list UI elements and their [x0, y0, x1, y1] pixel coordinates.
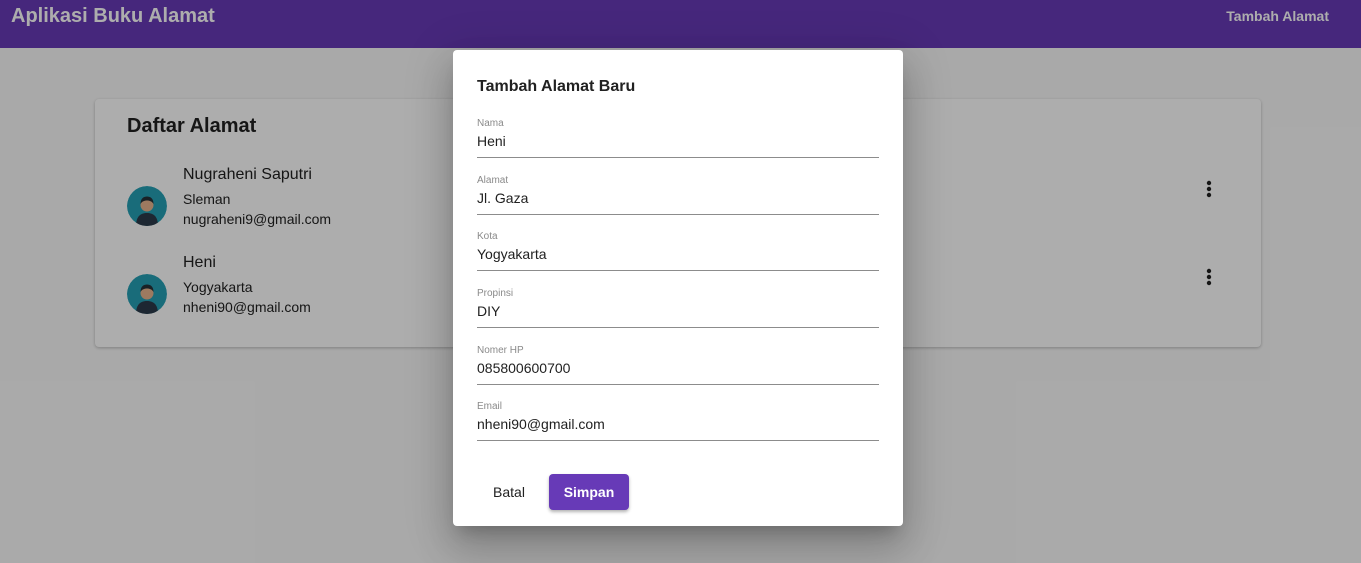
- province-field-label: Propinsi: [477, 288, 514, 299]
- province-input[interactable]: [477, 300, 879, 322]
- dialog-title: Tambah Alamat Baru: [477, 78, 636, 95]
- email-field-label: Email: [477, 401, 503, 412]
- phone-field: Nomer HP: [477, 345, 879, 385]
- address-field-label: Alamat: [477, 175, 509, 186]
- address-input[interactable]: [477, 187, 879, 209]
- cancel-button[interactable]: Batal: [481, 474, 537, 510]
- email-field: Email: [477, 401, 879, 441]
- save-button[interactable]: Simpan: [549, 474, 629, 510]
- city-input[interactable]: [477, 243, 879, 265]
- phone-input[interactable]: [477, 357, 879, 379]
- email-input[interactable]: [477, 413, 879, 435]
- name-input[interactable]: [477, 130, 879, 152]
- name-field-label: Nama: [477, 118, 504, 129]
- name-field: Nama: [477, 118, 879, 158]
- address-field: Alamat: [477, 175, 879, 215]
- phone-field-label: Nomer HP: [477, 345, 524, 356]
- province-field: Propinsi: [477, 288, 879, 328]
- city-field: Kota: [477, 231, 879, 271]
- city-field-label: Kota: [477, 231, 498, 242]
- add-address-dialog: Tambah Alamat Baru Nama Alamat Kota Prop…: [453, 50, 903, 526]
